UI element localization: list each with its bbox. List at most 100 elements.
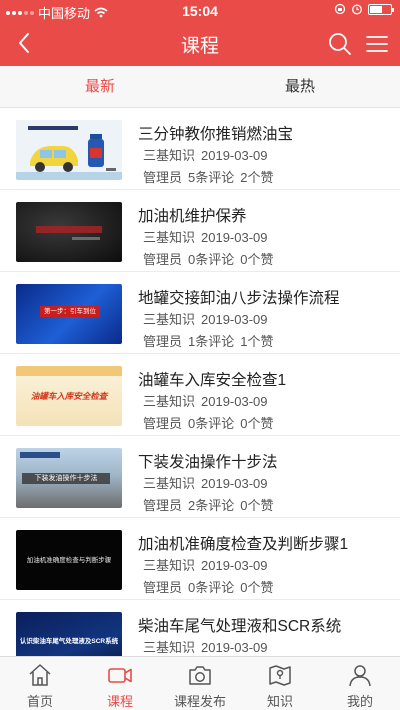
course-meta: 三基知识 2019-03-09 — [143, 391, 274, 410]
status-right — [334, 3, 394, 15]
course-title: 加油机维护保养 — [138, 208, 247, 225]
status-bar: 中国移动 15:04 — [0, 0, 400, 22]
map-icon — [269, 665, 291, 686]
course-title: 加油机准确度检查及判断步骤1 — [138, 536, 349, 553]
home-icon — [29, 664, 51, 686]
course-category: 三基知识 — [143, 312, 196, 327]
course-list-item[interactable]: 认识柴油车尾气处理液及SCR系统 柴油车尾气处理液和SCR系统 三基知识 2019… — [0, 600, 400, 656]
course-list: 三分钟教你推销燃油宝 三基知识 2019-03-09 管理员 5条评论 2个赞 加油机… — [0, 108, 400, 656]
course-category: 三基知识 — [143, 558, 196, 573]
course-thumbnail: 加油机准确度检查与判断步骤 — [16, 530, 122, 590]
bottom-tab-bar: 首页 课程 课程发布 知识 我的 — [0, 656, 400, 710]
thumbnail-caption: 认识柴油车尾气处理液及SCR系统 — [19, 638, 119, 645]
course-list-item[interactable]: 油罐车入库安全检查 油罐车入库安全检查1 三基知识 2019-03-09 管理员 0… — [0, 354, 400, 436]
course-meta: 三基知识 2019-03-09 — [143, 555, 274, 574]
course-list-item[interactable]: 加油机维护保养 三基知识 2019-03-09 管理员 0条评论 0个赞 — [0, 190, 400, 272]
course-date: 2019-03-09 — [201, 312, 268, 327]
course-category: 三基知识 — [143, 394, 196, 409]
course-meta: 三基知识 2019-03-09 — [143, 145, 274, 164]
course-meta: 三基知识 2019-03-09 — [143, 637, 274, 656]
course-date: 2019-03-09 — [201, 148, 268, 163]
like-count: 2个赞 — [240, 170, 274, 185]
tabbar-item-profile[interactable]: 我的 — [320, 657, 400, 710]
like-count: 0个赞 — [240, 416, 274, 431]
course-author: 管理员 — [143, 170, 183, 185]
tabbar-item-publish[interactable]: 课程发布 — [160, 657, 240, 710]
course-title: 地罐交接卸油八步法操作流程 — [138, 290, 340, 307]
course-date: 2019-03-09 — [201, 558, 268, 573]
thumbnail-header-band — [16, 366, 122, 376]
course-author: 管理员 — [143, 252, 183, 267]
tabbar-label: 课程发布 — [173, 694, 226, 709]
tabbar-item-courses[interactable]: 课程 — [80, 657, 160, 710]
tabbar-label: 课程 — [106, 694, 133, 709]
tabbar-label: 知识 — [266, 694, 293, 709]
course-author: 管理员 — [143, 580, 183, 595]
nav-bar: 课程 — [0, 22, 400, 66]
comment-count: 0条评论 — [188, 252, 235, 267]
course-thumbnail: 油罐车入库安全检查 — [16, 366, 122, 426]
tabbar-item-home[interactable]: 首页 — [0, 657, 80, 710]
course-thumbnail — [16, 120, 122, 180]
course-stats: 管理员 0条评论 0个赞 — [143, 249, 279, 268]
video-icon — [108, 668, 132, 683]
title-slide-graphic — [36, 226, 102, 240]
user-icon — [349, 665, 371, 687]
course-category: 三基知识 — [143, 476, 196, 491]
course-thumbnail: 第一步：引车到位 — [16, 284, 122, 344]
course-date: 2019-03-09 — [201, 640, 268, 655]
course-list-item[interactable]: 三分钟教你推销燃油宝 三基知识 2019-03-09 管理员 5条评论 2个赞 — [0, 108, 400, 190]
course-author: 管理员 — [143, 416, 183, 431]
search-icon[interactable] — [326, 30, 354, 58]
tabbar-label: 首页 — [26, 694, 53, 709]
course-meta: 三基知识 2019-03-09 — [143, 309, 274, 328]
course-title: 柴油车尾气处理液和SCR系统 — [138, 618, 342, 635]
comment-count: 0条评论 — [188, 416, 235, 431]
comment-count: 1条评论 — [188, 334, 235, 349]
menu-icon[interactable] — [364, 31, 390, 57]
course-date: 2019-03-09 — [201, 476, 268, 491]
course-date: 2019-03-09 — [201, 394, 268, 409]
car-illustration — [16, 120, 122, 180]
course-list-item[interactable]: 加油机准确度检查与判断步骤 加油机准确度检查及判断步骤1 三基知识 2019-03… — [0, 518, 400, 600]
battery-icon — [368, 3, 394, 15]
course-stats: 管理员 0条评论 0个赞 — [143, 577, 279, 596]
course-list-item[interactable]: 下装发油操作十步法 下装发油操作十步法 三基知识 2019-03-09 管理员 2条… — [0, 436, 400, 518]
comment-count: 5条评论 — [188, 170, 235, 185]
tab-latest[interactable]: 最新 — [0, 66, 200, 108]
course-thumbnail: 下装发油操作十步法 — [16, 448, 122, 508]
segment-tabs: 最新 最热 — [0, 66, 400, 108]
course-title: 三分钟教你推销燃油宝 — [138, 126, 294, 143]
like-count: 0个赞 — [240, 252, 274, 267]
course-stats: 管理员 5条评论 2个赞 — [143, 167, 279, 186]
thumbnail-header-band — [20, 452, 60, 458]
course-thumbnail: 认识柴油车尾气处理液及SCR系统 — [16, 612, 122, 656]
like-count: 0个赞 — [240, 580, 274, 595]
course-category: 三基知识 — [143, 230, 196, 245]
course-thumbnail — [16, 202, 122, 262]
course-category: 三基知识 — [143, 640, 196, 655]
thumbnail-caption: 加油机准确度检查与判断步骤 — [26, 557, 112, 564]
course-meta: 三基知识 2019-03-09 — [143, 473, 274, 492]
alarm-icon — [352, 4, 362, 15]
tab-hottest[interactable]: 最热 — [200, 66, 400, 108]
comment-count: 2条评论 — [188, 498, 235, 513]
rotation-lock-icon — [334, 3, 346, 15]
course-title: 油罐车入库安全检查1 — [138, 372, 287, 389]
thumbnail-caption: 第一步：引车到位 — [40, 306, 100, 317]
course-stats: 管理员 0条评论 0个赞 — [143, 413, 279, 432]
tabbar-item-knowledge[interactable]: 知识 — [240, 657, 320, 710]
course-category: 三基知识 — [143, 148, 196, 163]
course-title: 下装发油操作十步法 — [138, 454, 278, 471]
course-date: 2019-03-09 — [201, 230, 268, 245]
camera-icon — [189, 666, 211, 685]
tabbar-label: 我的 — [346, 694, 373, 709]
course-list-item[interactable]: 第一步：引车到位 地罐交接卸油八步法操作流程 三基知识 2019-03-09 管理… — [0, 272, 400, 354]
course-stats: 管理员 1条评论 1个赞 — [143, 331, 279, 350]
like-count: 1个赞 — [240, 334, 274, 349]
course-author: 管理员 — [143, 498, 183, 513]
course-stats: 管理员 2条评论 0个赞 — [143, 495, 279, 514]
like-count: 0个赞 — [240, 498, 274, 513]
thumbnail-caption: 油罐车入库安全检查 — [30, 391, 108, 401]
course-author: 管理员 — [143, 334, 183, 349]
